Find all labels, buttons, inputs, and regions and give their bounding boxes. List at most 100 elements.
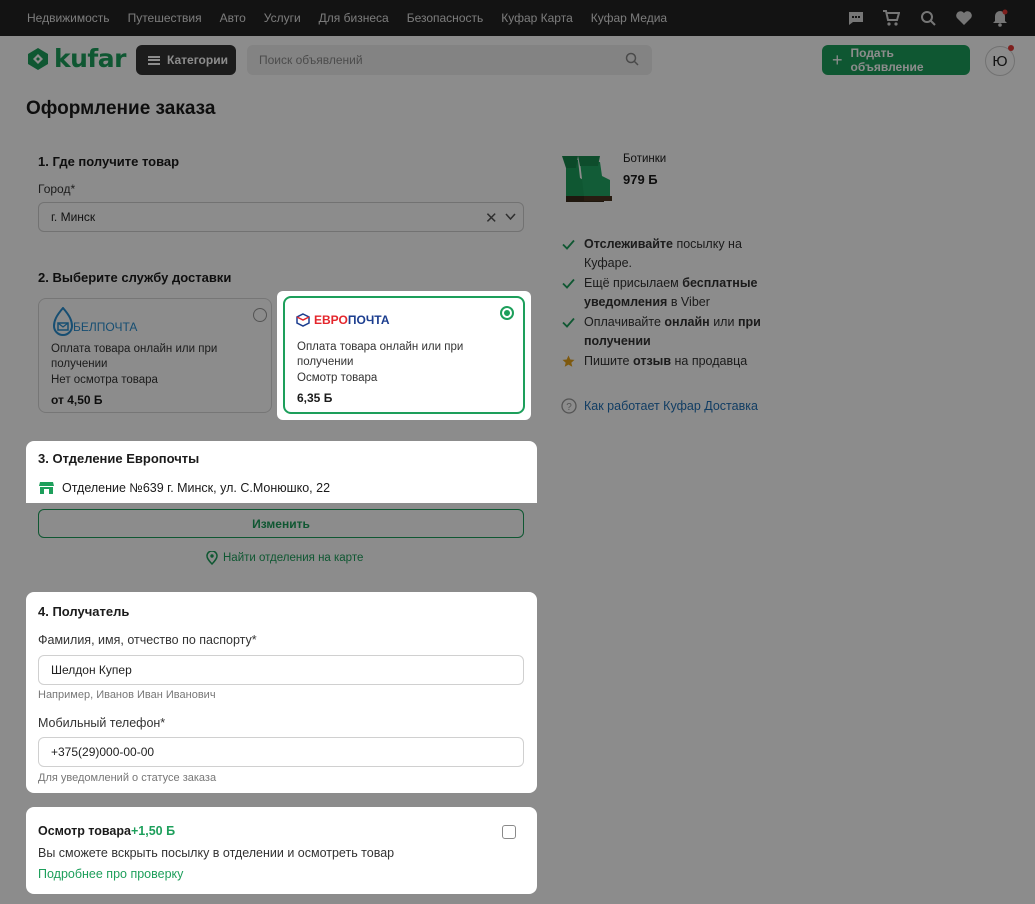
benefit-review: Пишите отзыв на продавца bbox=[584, 352, 747, 371]
benefit-review-text2: на продавца bbox=[671, 354, 748, 368]
belpochta-logo-icon bbox=[52, 307, 74, 336]
step4-card: 4. Получатель Фамилия, имя, отчество по … bbox=[26, 592, 537, 793]
categories-button[interactable]: Категории bbox=[136, 45, 236, 75]
benefit-viber-bold2: уведомления bbox=[584, 295, 668, 309]
benefit-payment-text2: или bbox=[709, 315, 738, 329]
chevron-down-icon[interactable] bbox=[505, 213, 516, 221]
change-office-button[interactable]: Изменить bbox=[38, 509, 524, 538]
help-card[interactable]: ? Как работает Куфар Доставка bbox=[548, 392, 773, 421]
belpochta-logo-text: БЕЛПОЧТА bbox=[73, 320, 138, 334]
help-link[interactable]: Как работает Куфар Доставка bbox=[584, 399, 758, 413]
city-select[interactable]: г. Минск ✕ bbox=[38, 202, 524, 232]
name-label: Фамилия, имя, отчество по паспорту* bbox=[38, 633, 257, 647]
benefit-review-bold: отзыв bbox=[633, 354, 672, 368]
benefit-viber-bold1: бесплатные bbox=[682, 276, 758, 290]
main-header: kufar Категории + Подать объявление Ю bbox=[0, 36, 1035, 84]
benefit-payment: Оплачивайте онлайн или при получении bbox=[584, 313, 761, 351]
top-link-services[interactable]: Услуги bbox=[264, 11, 301, 25]
benefit-tracking-text: посылку на bbox=[672, 237, 742, 251]
clear-icon[interactable]: ✕ bbox=[485, 209, 498, 227]
check-icon bbox=[562, 317, 575, 328]
name-field[interactable]: Шелдон Купер bbox=[38, 655, 524, 685]
office-address: Отделение №639 г. Минск, ул. С.Монюшко, … bbox=[62, 481, 331, 495]
top-link-business[interactable]: Для бизнеса bbox=[319, 11, 389, 25]
map-link-label: Найти отделения на карте bbox=[223, 552, 364, 564]
svg-text:?: ? bbox=[566, 402, 572, 413]
europochta-logo-red: ЕВРО bbox=[314, 313, 348, 327]
benefit-viber: Ещё присылаем бесплатные уведомления в V… bbox=[584, 274, 757, 312]
help-icon: ? bbox=[561, 398, 577, 414]
step4-title: 4. Получатель bbox=[38, 604, 130, 619]
inspection-link[interactable]: Подробнее про проверку bbox=[38, 867, 183, 881]
post-ad-button[interactable]: + Подать объявление bbox=[822, 45, 970, 75]
search-icon[interactable] bbox=[625, 52, 639, 66]
belpochta-payment: Оплата товара онлайн или при получении bbox=[51, 343, 218, 370]
inspection-price: +1,50 Б bbox=[130, 824, 176, 838]
product-price: 979 Б bbox=[623, 172, 658, 187]
benefit-tracking-line2: Куфаре. bbox=[584, 256, 633, 270]
check-icon bbox=[562, 239, 575, 250]
europochta-inspection: Осмотр товара bbox=[297, 372, 378, 384]
benefit-review-text1: Пишите bbox=[584, 354, 633, 368]
page-title: Оформление заказа bbox=[26, 98, 216, 119]
post-ad-label: Подать объявление bbox=[850, 46, 924, 74]
benefit-payment-bold1: онлайн bbox=[664, 315, 710, 329]
map-link[interactable]: Найти отделения на карте bbox=[206, 551, 363, 565]
inspection-title: Осмотр товара bbox=[38, 824, 131, 838]
belpochta-inspection: Нет осмотра товара bbox=[51, 374, 158, 386]
cart-icon[interactable] bbox=[882, 9, 900, 27]
heart-icon[interactable] bbox=[955, 9, 973, 27]
top-link-realty[interactable]: Недвижимость bbox=[27, 11, 110, 25]
notification-dot bbox=[1008, 45, 1014, 51]
europochta-radio[interactable] bbox=[500, 306, 514, 320]
kufar-logo[interactable]: kufar bbox=[26, 44, 127, 73]
heart-search-icon[interactable] bbox=[919, 9, 937, 27]
product-name: Ботинки bbox=[623, 153, 667, 165]
benefit-viber-text1: Ещё присылаем bbox=[584, 276, 683, 290]
phone-label: Мобильный телефон* bbox=[38, 716, 166, 730]
europochta-logo-blue: ПОЧТА bbox=[347, 313, 390, 327]
inspection-heading: Осмотр товара+1,50 Б bbox=[38, 824, 175, 838]
inspection-description: Вы сможете вскрыть посылку в отделении и… bbox=[38, 846, 395, 860]
top-link-media[interactable]: Куфар Медиа bbox=[591, 11, 667, 25]
kufar-logo-text: kufar bbox=[54, 44, 127, 73]
europochta-logo: ЕВРО ПОЧТА bbox=[296, 313, 390, 327]
kufar-logo-icon bbox=[28, 48, 48, 70]
top-link-security[interactable]: Безопасность bbox=[407, 11, 484, 25]
phone-hint: Для уведомлений о статусе заказа bbox=[38, 772, 217, 784]
location-pin-icon bbox=[206, 551, 218, 565]
europochta-option[interactable]: ЕВРО ПОЧТА Оплата товара онлайн или при п… bbox=[283, 296, 525, 414]
search-input[interactable] bbox=[247, 45, 652, 75]
step1-title: 1. Где получите товар bbox=[38, 154, 180, 169]
top-link-map[interactable]: Куфар Карта bbox=[501, 11, 573, 25]
europochta-highlight: ЕВРО ПОЧТА Оплата товара онлайн или при п… bbox=[277, 291, 531, 420]
categories-label: Категории bbox=[167, 53, 228, 67]
step2-title: 2. Выберите службу доставки bbox=[38, 270, 232, 285]
belpochta-option[interactable]: БЕЛПОЧТА Оплата товара онлайн или при по… bbox=[38, 298, 272, 413]
store-icon bbox=[39, 482, 54, 494]
menu-icon bbox=[148, 55, 160, 65]
boots-image bbox=[562, 156, 612, 202]
benefit-payment-text1: Оплачивайте bbox=[584, 315, 665, 329]
europochta-logo-icon bbox=[296, 313, 310, 327]
chat-icon[interactable] bbox=[847, 9, 865, 27]
bell-icon[interactable] bbox=[991, 9, 1009, 27]
city-label: Город* bbox=[38, 182, 76, 196]
city-value: г. Минск bbox=[51, 210, 96, 224]
phone-field[interactable]: +375(29)000-00-00 bbox=[38, 737, 524, 767]
europochta-price: 6,35 Б bbox=[297, 391, 333, 405]
product-card: Ботинки 979 Б bbox=[548, 140, 773, 217]
star-icon bbox=[562, 355, 575, 367]
top-nav-bar: Недвижимость Путешествия Авто Услуги Для… bbox=[0, 0, 1035, 36]
europochta-payment: Оплата товара онлайн или при получении bbox=[297, 341, 464, 368]
benefit-payment-bold3: получении bbox=[584, 334, 651, 348]
inspection-checkbox[interactable] bbox=[502, 825, 516, 839]
step3-highlight: 3. Отделение Европочты Отделение №639 г.… bbox=[26, 441, 537, 503]
check-icon bbox=[562, 278, 575, 289]
benefit-payment-bold2: при bbox=[737, 315, 761, 329]
top-nav-links: Недвижимость Путешествия Авто Услуги Для… bbox=[27, 11, 685, 25]
belpochta-radio[interactable] bbox=[253, 308, 267, 322]
top-link-auto[interactable]: Авто bbox=[220, 11, 246, 25]
benefit-tracking: Отслеживайте посылку на Куфаре. bbox=[584, 235, 742, 273]
top-link-travel[interactable]: Путешествия bbox=[128, 11, 202, 25]
